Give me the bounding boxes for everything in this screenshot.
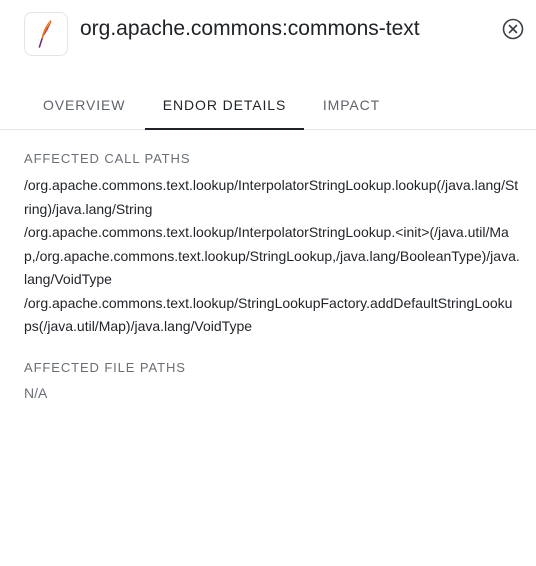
call-path-item: /org.apache.commons.text.lookup/Interpol…	[24, 224, 520, 287]
tab-impact[interactable]: IMPACT	[304, 80, 399, 129]
affected-call-paths-list: /org.apache.commons.text.lookup/Interpol…	[24, 174, 520, 339]
package-title: org.apache.commons:commons-text	[80, 17, 420, 40]
detail-tabs: OVERVIEW ENDOR DETAILS IMPACT	[0, 80, 536, 130]
package-logo	[24, 12, 68, 56]
call-path-item: /org.apache.commons.text.lookup/StringLo…	[24, 294, 513, 335]
endor-details-panel: AFFECTED CALL PATHS /org.apache.commons.…	[24, 150, 520, 403]
affected-file-paths-label: AFFECTED FILE PATHS	[24, 359, 186, 375]
affected-file-paths-value: N/A	[24, 384, 48, 401]
apache-feather-icon	[38, 20, 52, 48]
close-circle-icon	[502, 18, 524, 40]
tab-overview[interactable]: OVERVIEW	[24, 80, 144, 129]
call-path-item: /org.apache.commons.text.lookup/Interpol…	[24, 177, 519, 217]
close-button[interactable]	[501, 17, 525, 41]
detail-header: org.apache.commons:commons-text	[0, 0, 536, 70]
affected-call-paths-label: AFFECTED CALL PATHS	[24, 151, 191, 166]
tab-endor-details[interactable]: ENDOR DETAILS	[145, 80, 304, 130]
